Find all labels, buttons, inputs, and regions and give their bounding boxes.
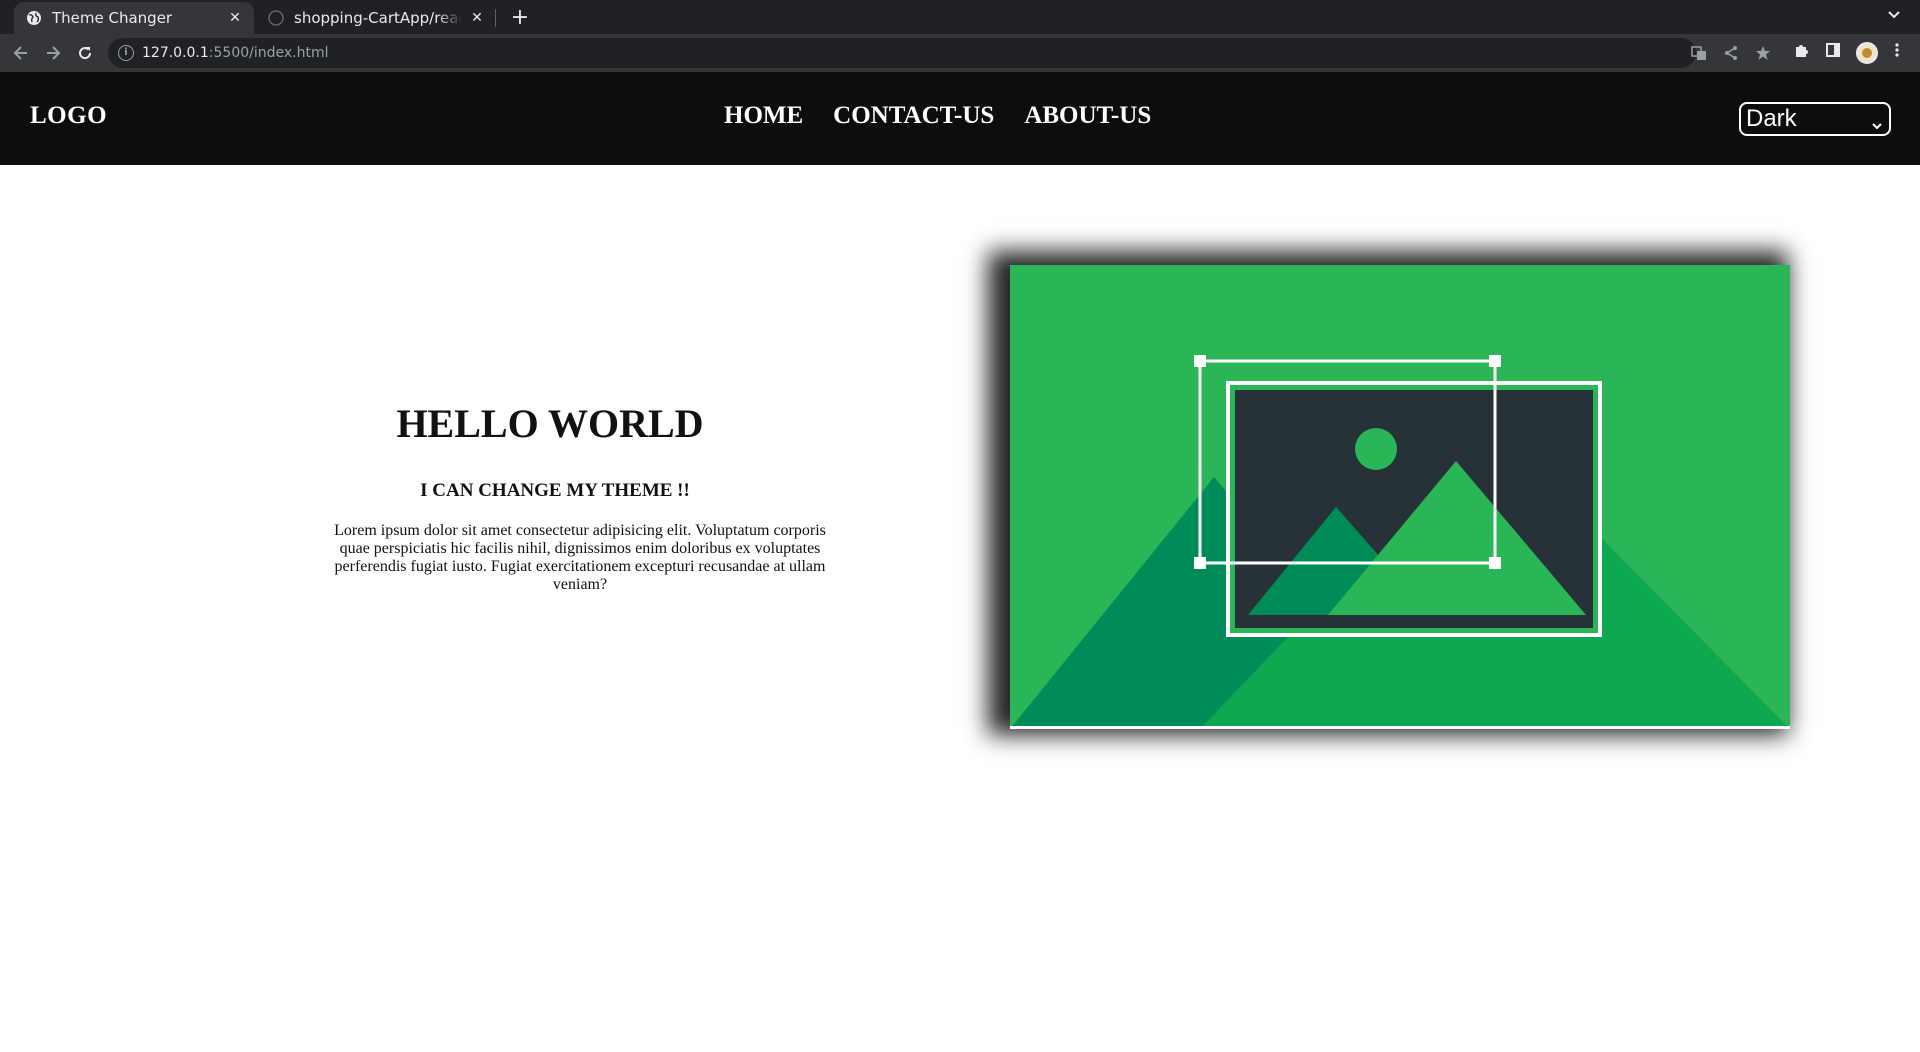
tab-separator [495,9,496,27]
back-arrow-icon[interactable] [8,40,34,66]
site-header: LOGO HOME CONTACT-US ABOUT-US Dark [0,72,1920,165]
browser-toolbar: i 127.0.0.1:5500/index.html [0,34,1920,72]
hero-title: HELLO WORLD [396,401,704,446]
hero-subtitle: I CAN CHANGE MY THEME !! [420,480,690,501]
address-bar[interactable]: i 127.0.0.1:5500/index.html [108,38,1770,68]
tab-theme-changer[interactable]: Theme Changer ✕ [14,2,254,34]
main-nav: HOME CONTACT-US ABOUT-US [724,102,1151,130]
github-icon [268,10,284,26]
tab-title: Theme Changer [52,9,173,27]
nav-home-link[interactable]: HOME [724,102,803,130]
page-content: LOGO HOME CONTACT-US ABOUT-US Dark HELLO… [0,72,1920,1052]
share-icon[interactable] [1722,45,1740,63]
forward-arrow-icon[interactable] [40,40,66,66]
translate-icon[interactable] [1690,45,1708,63]
side-panel-icon[interactable] [1822,42,1844,64]
chevron-down-icon [1871,111,1883,130]
close-tab-icon[interactable]: ✕ [226,9,244,27]
bookmark-star-icon[interactable] [1754,45,1772,63]
globe-icon [26,10,42,26]
tab-strip: Theme Changer ✕ shopping-CartApp/readme … [0,0,1920,34]
nav-about-link[interactable]: ABOUT-US [1024,102,1151,130]
reload-icon[interactable] [72,40,98,66]
tab-search-chevron-icon[interactable] [1882,6,1906,30]
site-info-icon[interactable]: i [118,45,134,61]
nav-contact-link[interactable]: CONTACT-US [833,102,994,130]
tab-shopping-cart[interactable]: shopping-CartApp/readme ✕ [256,2,496,34]
hero-image [1010,265,1790,729]
image-placeholder-illustration [1010,265,1790,729]
browser-chrome: Theme Changer ✕ shopping-CartApp/readme … [0,0,1920,72]
extensions-puzzle-icon[interactable] [1790,42,1812,64]
hero-paragraph: Lorem ipsum dolor sit amet consectetur a… [334,522,826,593]
profile-avatar[interactable] [1856,42,1878,64]
theme-select[interactable]: Dark [1739,102,1891,136]
close-tab-icon[interactable]: ✕ [468,9,486,27]
more-menu-icon[interactable] [1886,42,1908,64]
url-text: 127.0.0.1:5500/index.html [142,45,329,61]
new-tab-button[interactable]: + [506,4,534,32]
site-logo[interactable]: LOGO [30,102,107,130]
tab-title: shopping-CartApp/readme [294,9,462,27]
theme-select-value: Dark [1746,105,1797,132]
